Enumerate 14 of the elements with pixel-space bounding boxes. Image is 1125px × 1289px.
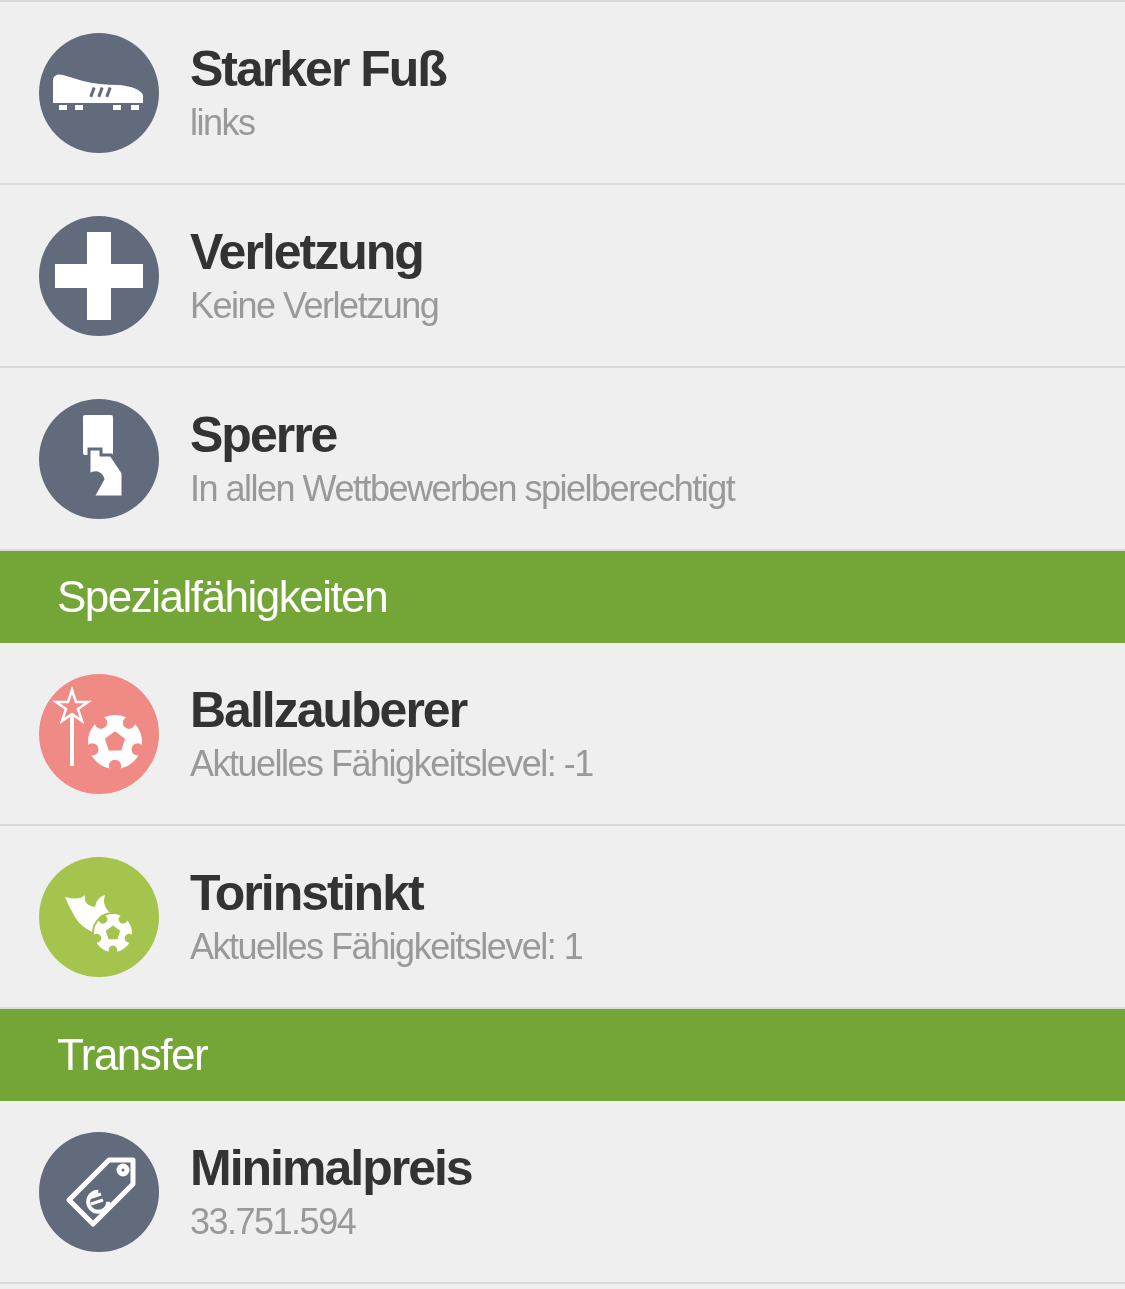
item-subtitle: links bbox=[190, 100, 256, 145]
item-title: Ballzauberer bbox=[190, 680, 468, 740]
item-subtitle: Aktuelles Fähigkeitslevel: -1 bbox=[190, 741, 593, 786]
item-subtitle: Aktuelles Fähigkeitslevel: 1 bbox=[190, 924, 583, 969]
item-title: Sperre bbox=[190, 405, 338, 465]
item-subtitle: In allen Wettbewerben spielberechtigt bbox=[190, 466, 735, 511]
item-title: Torinstinkt bbox=[190, 863, 425, 923]
item-title: Minimalpreis bbox=[190, 1138, 472, 1198]
item-subtitle: 33.751.594 bbox=[190, 1199, 357, 1244]
section-header: Spezialfähigkeiten bbox=[0, 551, 1125, 643]
item-subtitle: Keine Verletzung bbox=[190, 283, 439, 328]
section-header: Transfer bbox=[0, 1009, 1125, 1101]
item-title: Starker Fuß bbox=[190, 39, 446, 99]
item-title: Verletzung bbox=[190, 222, 424, 282]
